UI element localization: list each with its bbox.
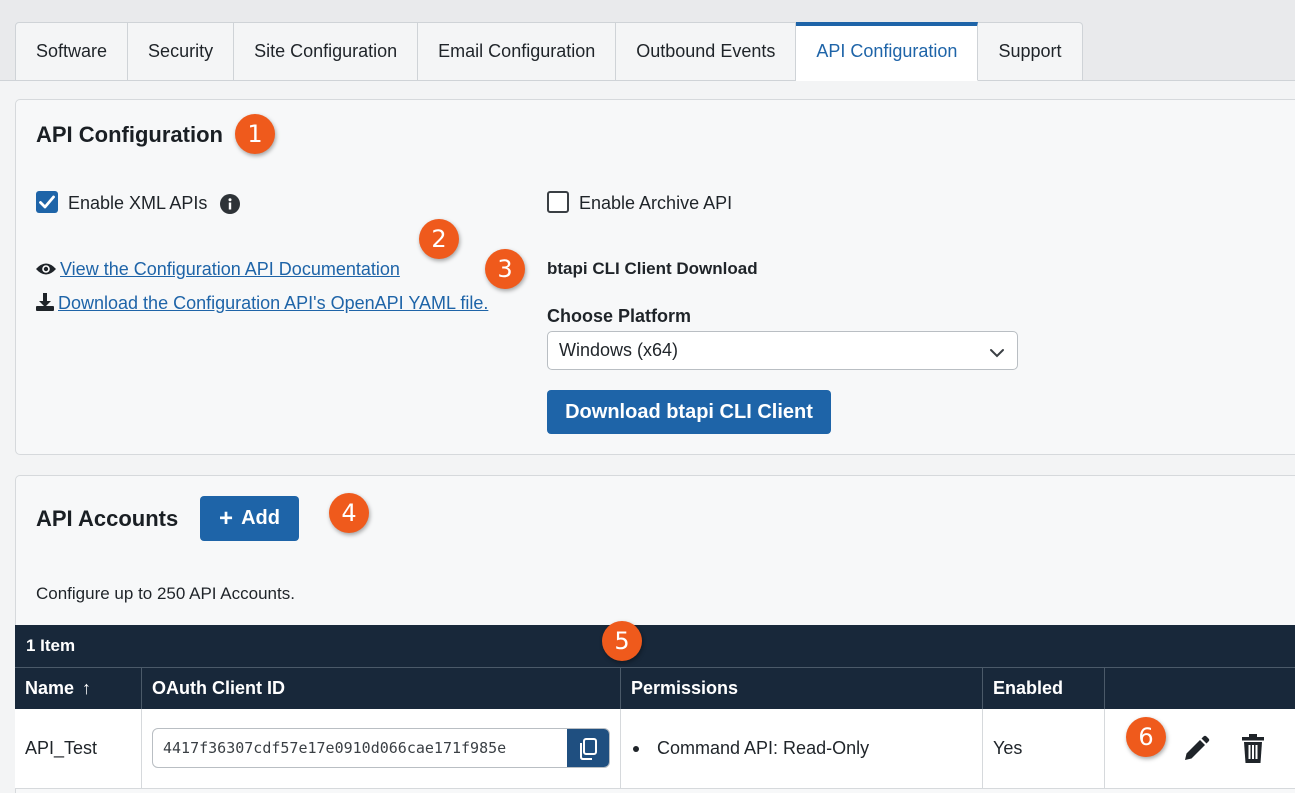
check-icon — [39, 195, 55, 209]
add-account-label: Add — [241, 507, 280, 529]
callout-badge-5: 5 — [602, 621, 642, 661]
permissions-cell: Command API: Read-Only — [621, 709, 983, 788]
table-header-row: Name ↑ OAuth Client ID Permissions Enabl… — [15, 667, 1295, 709]
column-header-oauth-client-id[interactable]: OAuth Client ID — [142, 668, 621, 709]
choose-platform-label: Choose Platform — [547, 306, 692, 326]
eye-icon — [35, 260, 57, 278]
tab-bar: Software Security Site Configuration Ema… — [15, 22, 1083, 81]
tab-software[interactable]: Software — [15, 22, 129, 81]
plus-icon: + — [219, 504, 234, 532]
account-name-cell: API_Test — [15, 709, 142, 788]
permission-list-item: Command API: Read-Only — [631, 738, 869, 759]
actions-cell: 6 — [1105, 709, 1295, 788]
client-id-cell: 4417f36307cdf57e17e0910d066cae171f985e — [142, 709, 621, 788]
column-header-actions — [1105, 668, 1295, 709]
table-row: API_Test 4417f36307cdf57e17e0910d066cae1… — [15, 709, 1295, 789]
accounts-description: Configure up to 250 API Accounts. — [36, 584, 295, 603]
enable-xml-label: Enable XML APIs — [68, 193, 208, 213]
platform-select-value: Windows (x64) — [559, 340, 679, 360]
enable-archive-checkbox[interactable] — [547, 191, 569, 213]
pencil-icon[interactable] — [1180, 733, 1212, 765]
table-item-count-bar: 1 Item — [15, 625, 1295, 667]
download-cli-button[interactable]: Download btapi CLI Client — [547, 390, 831, 434]
view-api-documentation-link[interactable]: View the Configuration API Documentation — [60, 259, 400, 280]
column-header-name[interactable]: Name ↑ — [15, 668, 142, 709]
enabled-cell: Yes — [983, 709, 1105, 788]
api-accounts-title: API Accounts — [36, 506, 179, 531]
enable-xml-checkbox[interactable] — [36, 191, 58, 213]
callout-badge-1: 1 — [235, 114, 275, 154]
api-configuration-title: API Configuration — [36, 122, 223, 147]
column-header-enabled[interactable]: Enabled — [983, 668, 1105, 709]
tab-support[interactable]: Support — [978, 22, 1083, 81]
download-icon — [35, 292, 55, 312]
chevron-down-icon — [989, 343, 1005, 364]
column-header-permissions[interactable]: Permissions — [621, 668, 983, 709]
sort-ascending-icon: ↑ — [82, 678, 92, 698]
callout-badge-6: 6 — [1126, 717, 1166, 757]
callout-badge-2: 2 — [419, 219, 459, 259]
tab-api-configuration[interactable]: API Configuration — [796, 22, 979, 81]
tab-security[interactable]: Security — [128, 22, 235, 81]
callout-badge-3: 3 — [485, 249, 525, 289]
trash-icon[interactable] — [1239, 733, 1267, 765]
tab-outbound-events[interactable]: Outbound Events — [616, 22, 797, 81]
tab-site-configuration[interactable]: Site Configuration — [234, 22, 419, 81]
enable-archive-label: Enable Archive API — [579, 193, 733, 213]
copy-icon — [580, 738, 597, 760]
info-icon[interactable] — [220, 194, 240, 214]
column-name-label: Name — [25, 678, 75, 698]
add-account-button[interactable]: + Add — [200, 496, 299, 541]
item-count: 1 Item — [26, 636, 76, 655]
client-id-value: 4417f36307cdf57e17e0910d066cae171f985e — [163, 739, 507, 757]
cli-download-title: btapi CLI Client Download — [547, 259, 758, 278]
bullet-icon — [633, 745, 639, 752]
copy-client-id-button[interactable] — [567, 729, 609, 767]
tab-email-configuration[interactable]: Email Configuration — [418, 22, 617, 81]
download-openapi-yaml-link[interactable]: Download the Configuration API's OpenAPI… — [58, 293, 488, 314]
permission-text: Command API: Read-Only — [657, 738, 870, 758]
callout-badge-4: 4 — [329, 493, 369, 533]
platform-select[interactable]: Windows (x64) — [547, 331, 1018, 370]
client-id-field[interactable]: 4417f36307cdf57e17e0910d066cae171f985e — [152, 728, 610, 768]
